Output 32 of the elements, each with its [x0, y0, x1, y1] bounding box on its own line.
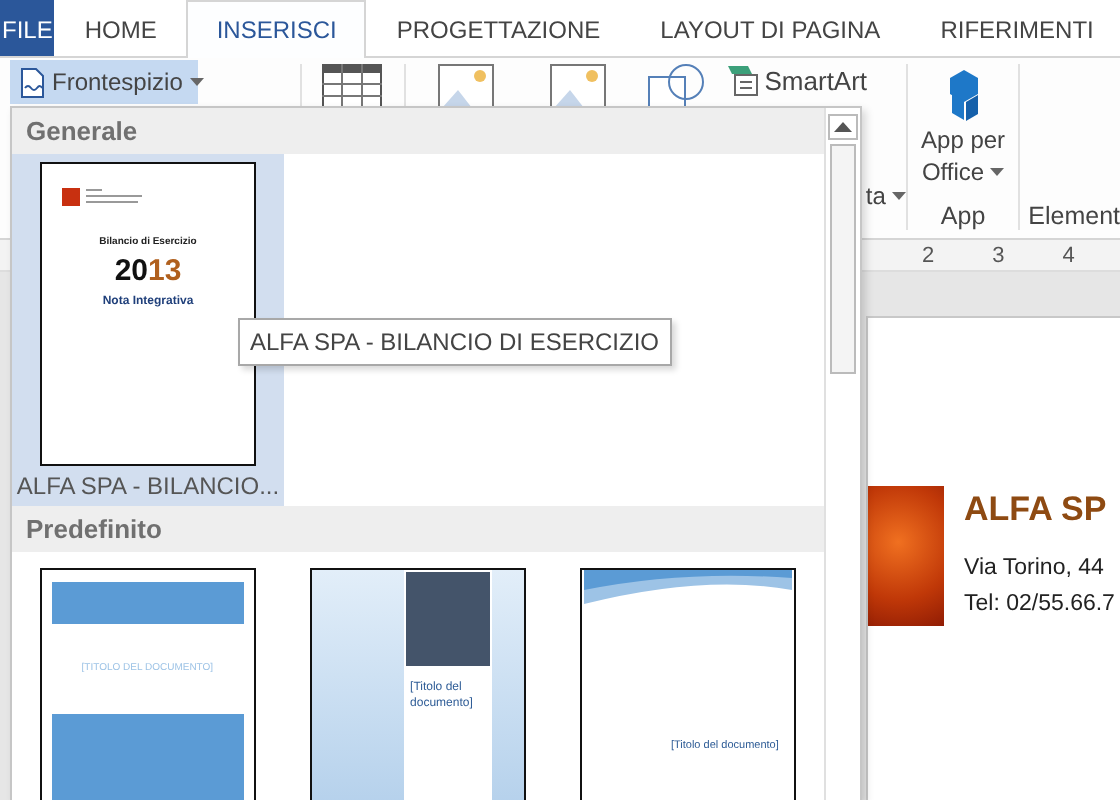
- smartart-icon: [726, 64, 759, 96]
- ribbon-tab[interactable]: RIFERIMENTI: [910, 0, 1120, 56]
- ruler-number: 4: [1062, 243, 1075, 267]
- ruler-number: 2: [922, 243, 935, 267]
- group-label: Element: [1028, 202, 1120, 230]
- group-label: App: [938, 202, 988, 230]
- ribbon-button[interactable]: ta: [865, 182, 906, 210]
- caret-icon: [990, 168, 1005, 176]
- ribbon-tab[interactable]: PROGETTAZIONE: [366, 0, 631, 56]
- ribbon-tab[interactable]: HOME: [54, 0, 187, 56]
- section-header: Predefinito: [12, 506, 825, 552]
- smartart-button[interactable]: SmartArt: [726, 64, 868, 96]
- caret-icon: [190, 78, 205, 86]
- header-block: [406, 572, 491, 666]
- cover-page-button[interactable]: Frontespizio: [10, 60, 198, 104]
- section-header: Generale: [12, 108, 825, 154]
- photo-placeholder: [868, 486, 944, 626]
- app-for-office-button[interactable]: App per Office: [907, 68, 1019, 188]
- scroll-up-button[interactable]: [828, 114, 859, 140]
- tooltip: ALFA SPA - BILANCIO DI ESERCIZIO: [238, 318, 672, 366]
- scrollbar-thumb[interactable]: [830, 144, 857, 374]
- up-arrow-icon: [834, 122, 853, 132]
- ribbon-tab[interactable]: LAYOUT DI PAGINA: [630, 0, 911, 56]
- ruler-number: 3: [992, 243, 1005, 267]
- address-text: Via Torino, 44: [964, 554, 1106, 584]
- phone-text: Tel: 02/55.66.7: [964, 590, 1115, 620]
- document-icon: [20, 67, 44, 97]
- ribbon-tab[interactable]: INSERISCI: [186, 0, 367, 58]
- caret-icon: [891, 192, 906, 200]
- company-name: ALFA SP: [964, 488, 1109, 532]
- file-tab[interactable]: FILE: [0, 0, 55, 56]
- year-text: 2013: [114, 254, 182, 288]
